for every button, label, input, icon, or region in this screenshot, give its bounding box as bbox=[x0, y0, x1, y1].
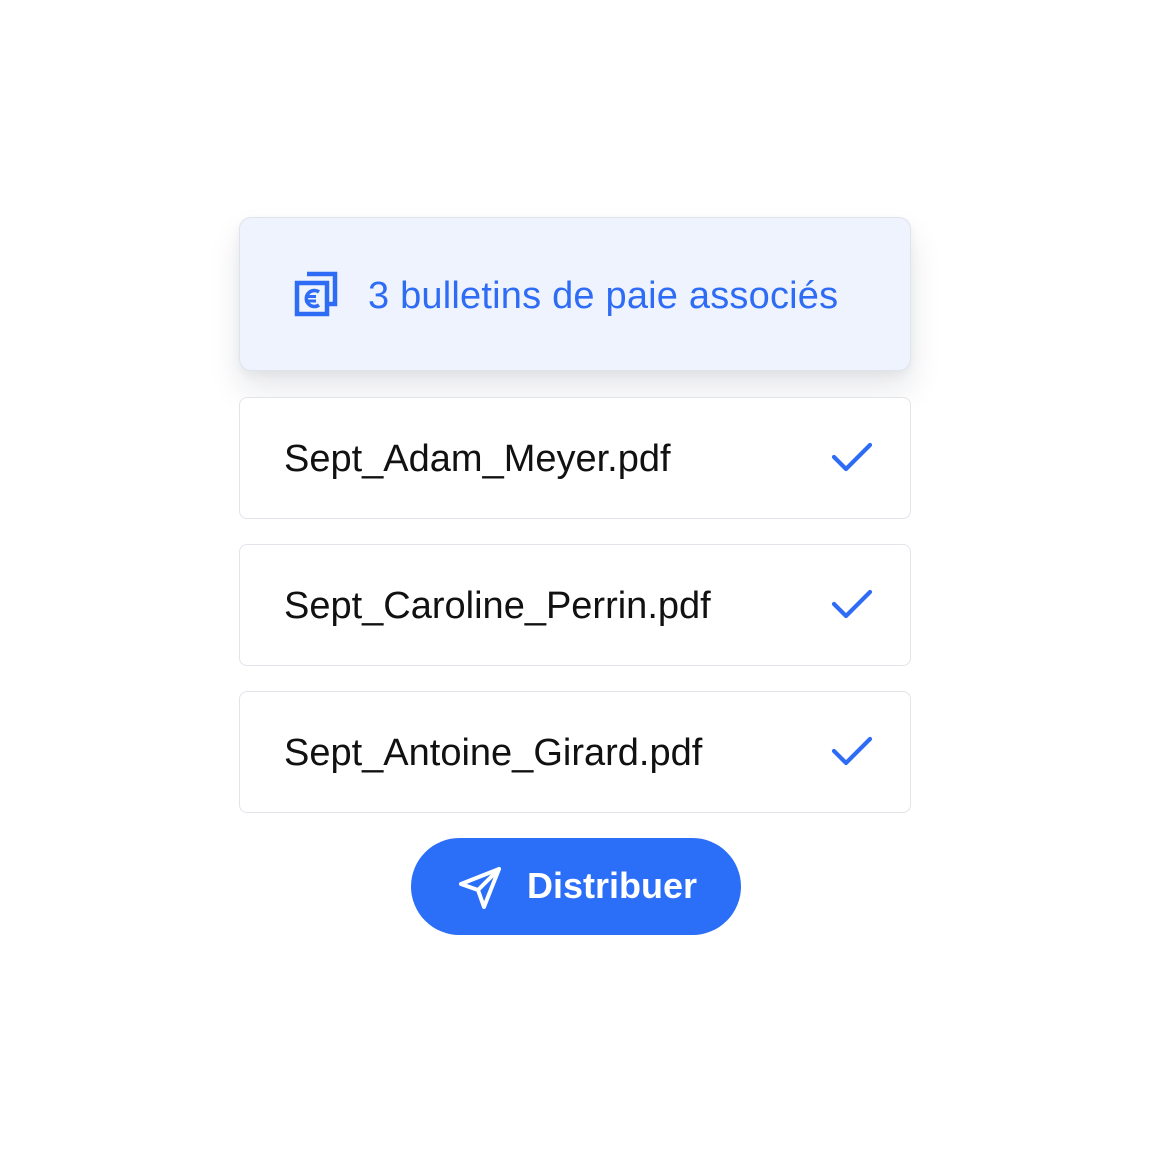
file-row-1[interactable]: Sept_Adam_Meyer.pdf bbox=[239, 397, 911, 519]
file-row-2[interactable]: Sept_Caroline_Perrin.pdf bbox=[239, 544, 911, 666]
payslips-count-label: 3 bulletins de paie associés bbox=[368, 275, 839, 317]
file-row-3[interactable]: Sept_Antoine_Girard.pdf bbox=[239, 691, 911, 813]
check-icon bbox=[830, 440, 874, 476]
distribute-button[interactable]: Distribuer bbox=[411, 838, 741, 935]
check-icon bbox=[830, 734, 874, 770]
check-icon bbox=[830, 587, 874, 623]
file-name: Sept_Caroline_Perrin.pdf bbox=[284, 585, 711, 627]
distribute-button-label: Distribuer bbox=[527, 865, 698, 906]
stacked-euro-documents-icon bbox=[293, 270, 339, 318]
file-name: Sept_Adam_Meyer.pdf bbox=[284, 438, 671, 480]
send-icon bbox=[457, 865, 503, 911]
file-name: Sept_Antoine_Girard.pdf bbox=[284, 732, 703, 774]
